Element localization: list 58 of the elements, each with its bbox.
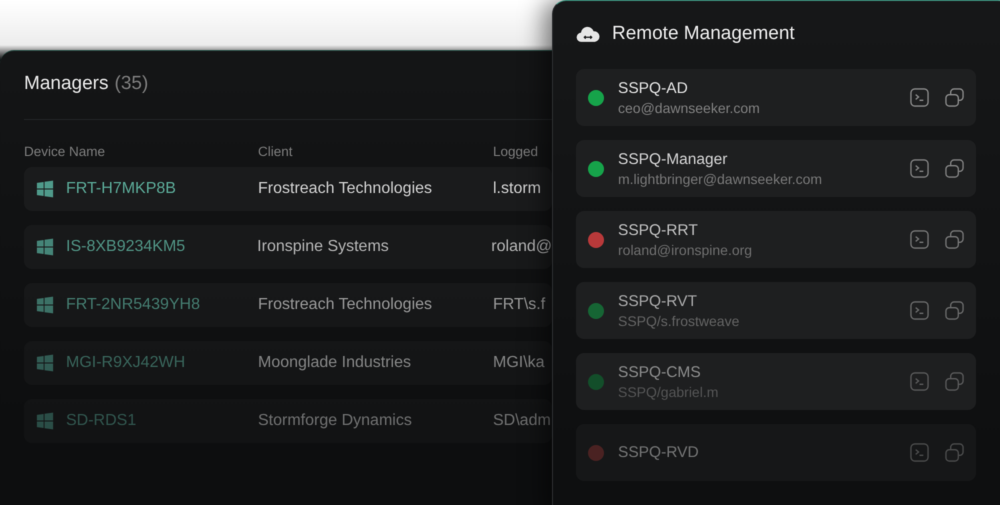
user-name: m.lightbringer@dawnseeker.com (618, 170, 824, 186)
user-name: roland@ironspine.org (618, 242, 754, 258)
table-row[interactable]: IS-8XB9234KM5 Ironspine Systems roland@ (24, 225, 552, 269)
table-row[interactable]: SD-RDS1 Stormforge Dynamics SD\adm (24, 399, 552, 443)
column-header: Logged (493, 144, 538, 159)
device-item[interactable]: SSPQ-Manager m.lightbringer@dawnseeker.com (576, 140, 976, 197)
device-item[interactable]: SSPQ-RVT SSPQ/s.frostweave (576, 282, 976, 339)
table-cell: FRT\s.f (493, 296, 546, 314)
terminal-icon[interactable] (910, 301, 929, 320)
device-name: SSPQ-RVD (618, 444, 700, 462)
device-item[interactable]: SSPQ-RRT roland@ironspine.org (576, 211, 976, 268)
table-cell-text: Frostreach Technologies (258, 296, 434, 314)
count-label: (35) (114, 73, 148, 95)
windows-icon (36, 180, 54, 198)
copy-icon[interactable] (945, 88, 964, 107)
copy-icon[interactable] (945, 443, 964, 462)
table-row[interactable]: FRT-2NR5439YH8 Frostreach Technologies FRT\s.f (24, 283, 552, 327)
windows-icon (36, 412, 54, 430)
column-header: Client (258, 144, 294, 159)
device-name: MGI-R9XJ42WH (66, 354, 186, 372)
device-name: SSPQ-Manager (618, 150, 728, 168)
user-name: SSPQ/s.frostweave (618, 312, 740, 328)
terminal-icon[interactable] (910, 372, 929, 391)
terminal-icon[interactable] (910, 159, 929, 178)
table-cell: MGI\ka (493, 354, 545, 372)
device-name: SD-RDS1 (66, 412, 136, 430)
table-cell-text: Moonglade Industries (258, 354, 412, 372)
copy-icon[interactable] (945, 230, 964, 249)
table-cell-text: Ironspine Systems (257, 238, 390, 256)
column-header: Device Name (24, 144, 106, 159)
copy-icon[interactable] (945, 159, 964, 178)
device-name: SSPQ-AD (618, 80, 689, 98)
table-row[interactable]: MGI-R9XJ42WH Moonglade Industries MGI\ka (24, 341, 552, 385)
table-cell-text: Frostreach Technologies (258, 180, 434, 198)
device-name: IS-8XB9234KM5 (66, 238, 186, 256)
device-name: FRT-H7MKP8B (66, 180, 176, 198)
table-row[interactable]: FRT-H7MKP8B Frostreach Technologies l.storm (24, 167, 552, 211)
windows-icon (36, 354, 54, 372)
windows-icon (36, 296, 54, 314)
user-name: ceo@dawnseeker.com (618, 100, 761, 116)
cloud-icon (576, 26, 600, 42)
panel-title: Remote Management (612, 23, 795, 45)
table-cell: roland@ (491, 238, 552, 256)
table-cell: SD\adm (493, 412, 551, 430)
device-item[interactable]: SSPQ-RVD (576, 424, 976, 481)
device-name: SSPQ-CMS (618, 364, 702, 382)
terminal-icon[interactable] (910, 230, 929, 249)
table-cell-text: Stormforge Dynamics (258, 412, 413, 430)
copy-icon[interactable] (945, 372, 964, 391)
windows-icon (36, 238, 54, 256)
device-name: FRT-2NR5439YH8 (66, 296, 200, 314)
device-name: SSPQ-RVT (618, 292, 698, 310)
device-item[interactable]: SSPQ-AD ceo@dawnseeker.com (576, 69, 976, 126)
device-name: SSPQ-RRT (618, 222, 699, 240)
copy-icon[interactable] (945, 301, 964, 320)
table-cell: l.storm (493, 180, 541, 198)
panel-title: Managers (24, 73, 108, 95)
terminal-icon[interactable] (910, 88, 929, 107)
